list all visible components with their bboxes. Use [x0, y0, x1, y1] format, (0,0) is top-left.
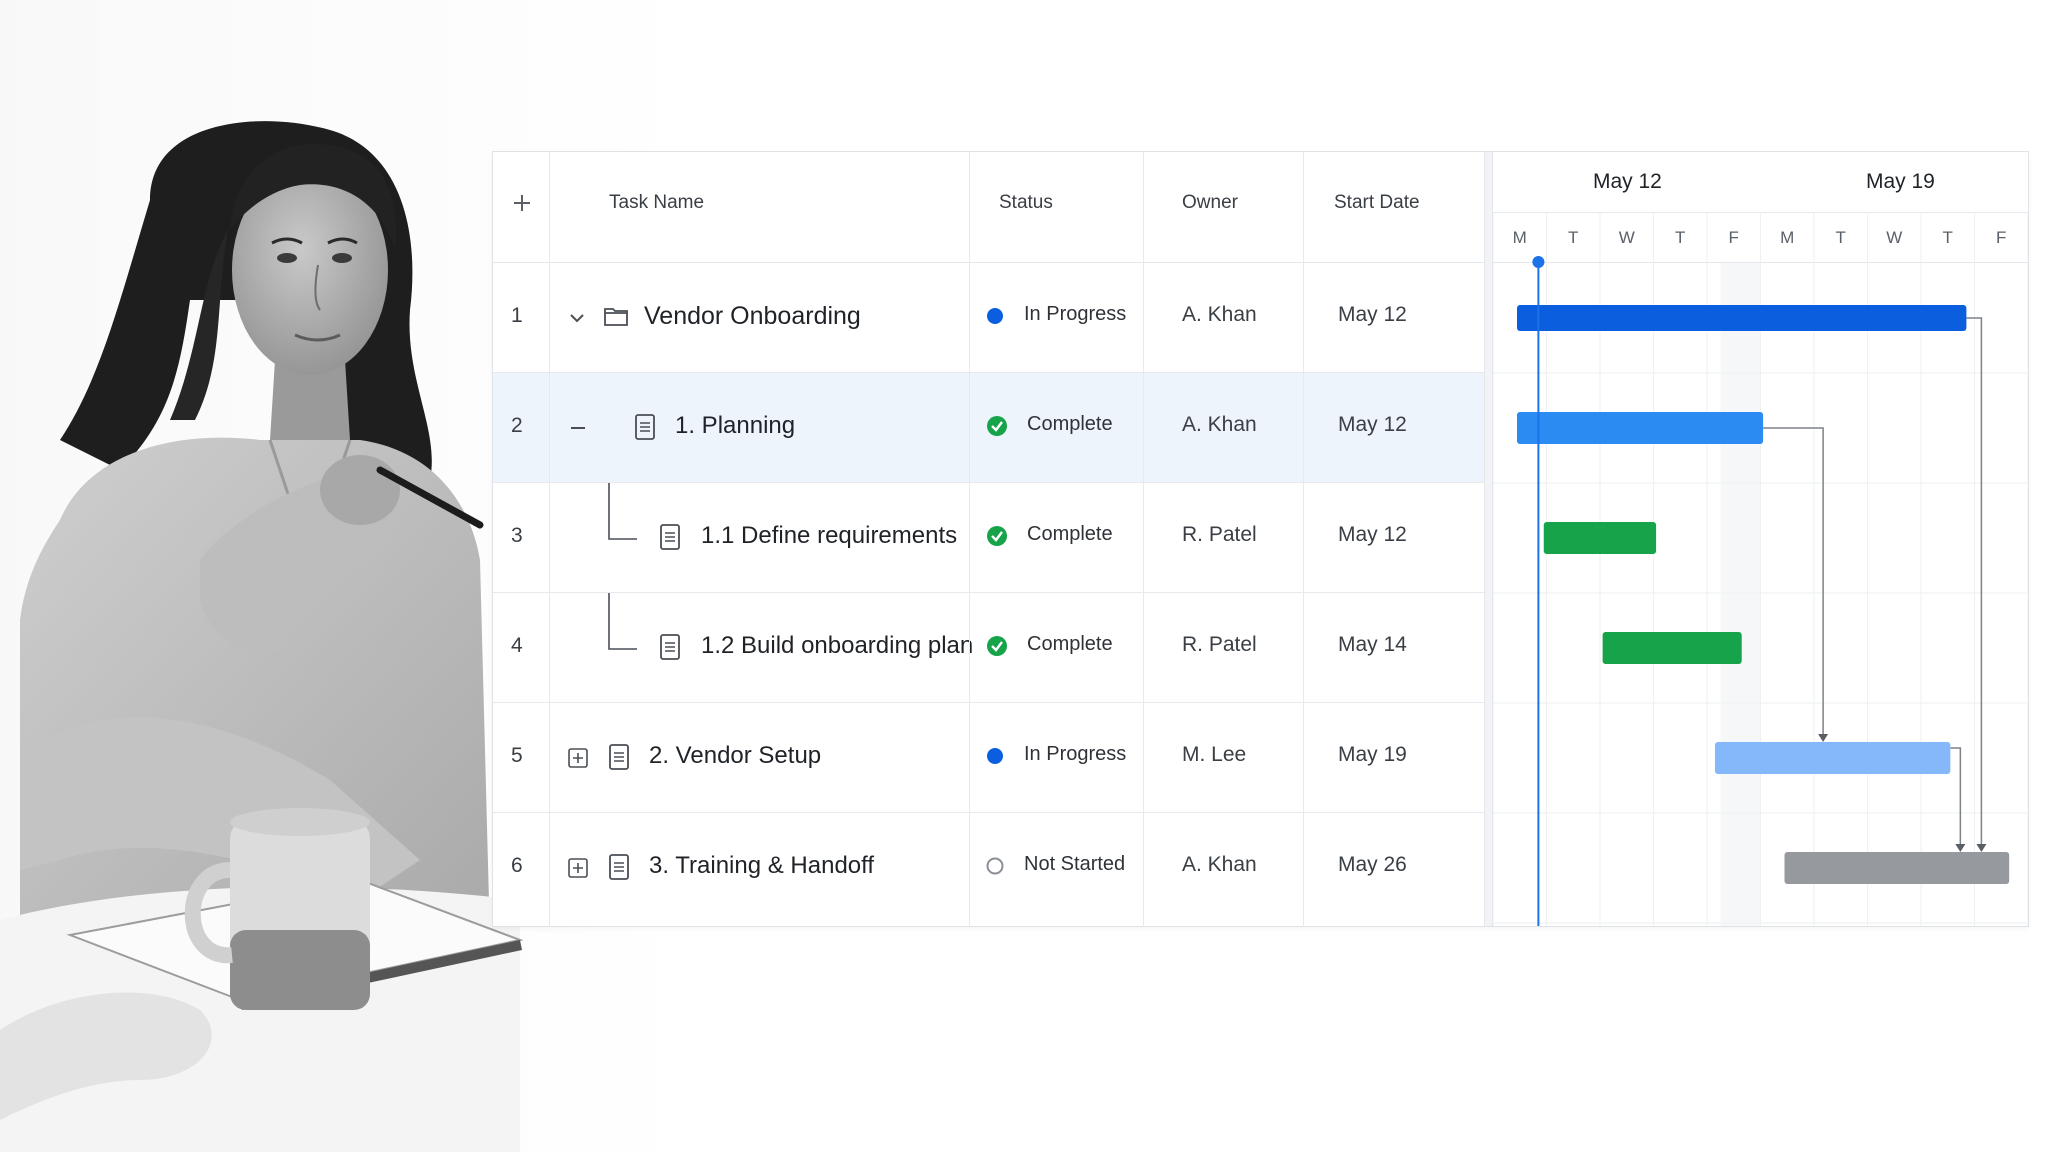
row-number: 3 [511, 524, 523, 547]
pane-splitter[interactable] [1484, 152, 1493, 926]
gantt-bar [1784, 852, 2010, 884]
owner-cell[interactable]: M. Lee [1182, 743, 1246, 767]
expand-icon[interactable] [567, 857, 589, 879]
gantt-bar [1517, 412, 1764, 444]
dependency-arrow-head [1976, 844, 1987, 852]
header-status[interactable]: Status [999, 192, 1053, 214]
task-name[interactable]: 1. Planning [675, 412, 795, 440]
row-number: 4 [511, 634, 523, 657]
start-date-cell[interactable]: May 12 [1338, 523, 1407, 547]
header-start-date[interactable]: Start Date [1334, 192, 1420, 214]
status-label: In Progress [1024, 303, 1127, 325]
dependency-arrow-head [1955, 844, 1966, 852]
owner-cell[interactable]: A. Khan [1182, 413, 1257, 437]
owner-cell[interactable]: R. Patel [1182, 523, 1257, 547]
owner-cell[interactable]: A. Khan [1182, 303, 1257, 327]
check-circle-icon [987, 636, 1007, 656]
header-owner[interactable]: Owner [1182, 192, 1238, 214]
in-progress-dot-icon [987, 308, 1003, 324]
expand-icon[interactable] [567, 747, 589, 769]
table-row[interactable]: 6 3. Training & Handoff Not Started A. K… [493, 813, 1484, 923]
collapse-icon[interactable] [567, 417, 589, 439]
table-row[interactable]: 4 1.2 Build onboarding plan Complete R. … [493, 593, 1484, 703]
table-row[interactable]: 1 Vendor Onboarding In Progress A. Khan … [493, 263, 1484, 373]
start-date-cell[interactable]: May 14 [1338, 633, 1407, 657]
in-progress-dot-icon [987, 748, 1003, 764]
start-date-cell[interactable]: May 26 [1338, 853, 1407, 877]
gantt-panel: Task Name Status Owner Start Date 1 Vend… [492, 151, 2029, 927]
document-icon [660, 634, 680, 660]
not-started-circle-icon [986, 857, 1004, 875]
header-task-name[interactable]: Task Name [609, 192, 704, 214]
chevron-down-icon[interactable] [566, 307, 588, 329]
task-name[interactable]: Vendor Onboarding [644, 302, 861, 331]
check-circle-icon [987, 416, 1007, 436]
weekend-shade [1720, 263, 1761, 926]
column-divider [1143, 152, 1144, 926]
row-number: 5 [511, 744, 523, 767]
status-label: Not Started [1024, 853, 1126, 875]
start-date-cell[interactable]: May 19 [1338, 743, 1407, 767]
row-number: 2 [511, 414, 523, 437]
document-icon [609, 744, 629, 770]
gantt-timeline: May 12 May 19 MTWTFMTWTF [1493, 152, 2028, 926]
today-marker [1532, 256, 1545, 268]
gantt-bar [1543, 522, 1657, 554]
task-grid: Task Name Status Owner Start Date 1 Vend… [493, 152, 1484, 926]
document-icon [660, 524, 680, 550]
task-name[interactable]: 3. Training & Handoff [649, 852, 874, 880]
column-divider [549, 152, 550, 926]
dependency-arrow [1950, 747, 1962, 846]
owner-cell[interactable]: A. Khan [1182, 853, 1257, 877]
gantt-bar [1602, 632, 1742, 664]
dependency-arrow [1966, 317, 1983, 846]
row-number: 6 [511, 854, 523, 877]
row-number: 1 [511, 304, 523, 327]
task-name[interactable]: 1.2 Build onboarding plan [701, 632, 973, 660]
table-row[interactable]: 2 1. Planning Complete A. Khan May 12 [493, 373, 1484, 483]
add-row-icon[interactable] [511, 192, 533, 214]
table-row[interactable]: 5 2. Vendor Setup In Progress M. Lee May… [493, 703, 1484, 813]
folder-icon [604, 308, 628, 326]
gantt-bar [1517, 305, 1967, 331]
owner-cell[interactable]: R. Patel [1182, 633, 1257, 657]
tree-connector [608, 483, 637, 540]
task-name[interactable]: 2. Vendor Setup [649, 742, 821, 770]
status-label: Complete [1027, 633, 1113, 655]
document-icon [609, 854, 629, 880]
table-row[interactable]: 3 1.1 Define requirements Complete R. Pa… [493, 483, 1484, 593]
gantt-bar [1714, 742, 1951, 774]
start-date-cell[interactable]: May 12 [1338, 413, 1407, 437]
status-label: In Progress [1024, 743, 1127, 765]
start-date-cell[interactable]: May 12 [1338, 303, 1407, 327]
grid-header: Task Name Status Owner Start Date [493, 152, 1484, 263]
check-circle-icon [987, 526, 1007, 546]
dependency-arrow-head [1818, 734, 1829, 742]
document-icon [635, 414, 655, 440]
task-name[interactable]: 1.1 Define requirements [701, 522, 957, 550]
status-label: Complete [1027, 413, 1113, 435]
status-label: Complete [1027, 523, 1113, 545]
gantt-bars [1493, 212, 2028, 926]
tree-connector [608, 593, 637, 650]
column-divider [969, 152, 970, 926]
column-divider [1303, 152, 1304, 926]
